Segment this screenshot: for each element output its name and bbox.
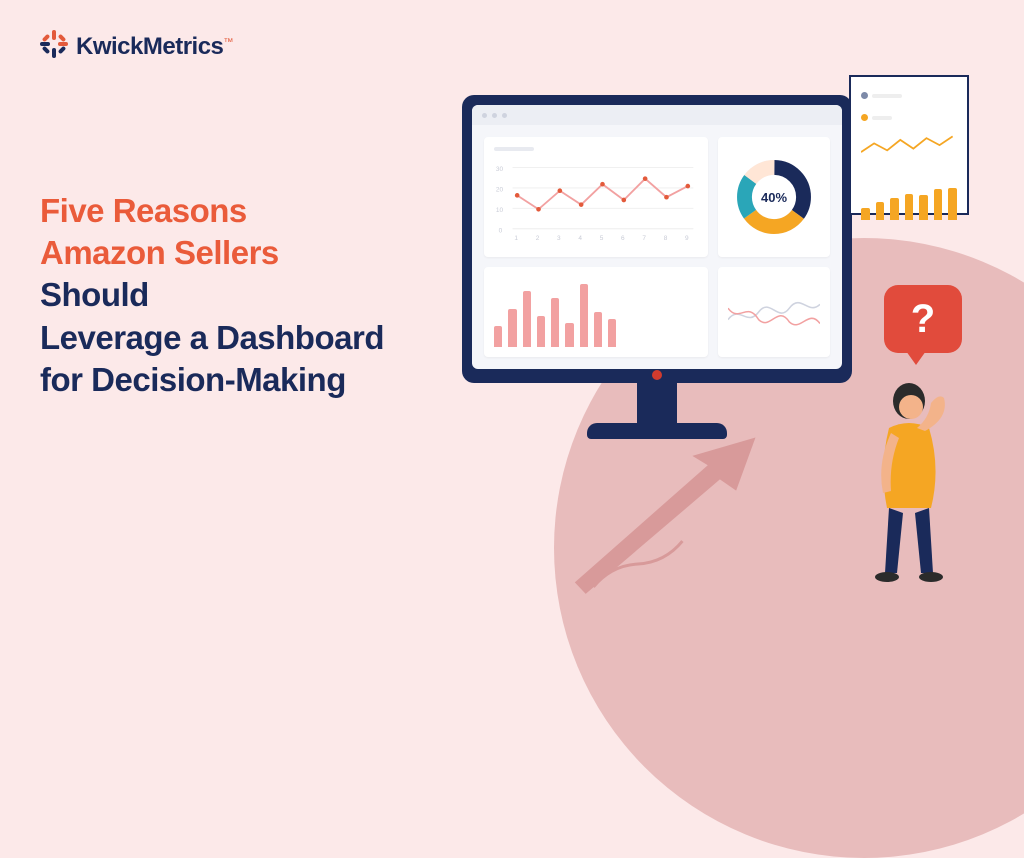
window-dot-icon [492,113,497,118]
svg-text:3: 3 [557,235,561,242]
report-card [849,75,969,215]
panel-header-skeleton [494,147,698,151]
headline-accent-2: Amazon Sellers [40,232,384,274]
svg-text:0: 0 [499,227,503,234]
power-button-icon [652,370,662,380]
legend-line-icon [872,116,892,120]
wave-chart-panel [718,267,830,357]
svg-text:8: 8 [664,235,668,242]
monitor-base [587,423,727,439]
dashboard-body: 30 20 10 0 1 2 3 4 5 6 7 8 9 [472,125,842,369]
legend-line-icon [872,94,902,98]
monitor-screen: 30 20 10 0 1 2 3 4 5 6 7 8 9 [472,105,842,369]
svg-text:7: 7 [642,235,646,242]
line-chart-icon: 30 20 10 0 1 2 3 4 5 6 7 8 9 [494,155,698,245]
brand-name-text: KwickMetrics [76,33,223,60]
svg-text:5: 5 [600,235,604,242]
brand-name: KwickMetrics™ [76,33,233,61]
headline-primary-1: Should [40,274,384,316]
svg-text:4: 4 [578,235,582,242]
brand-tm: ™ [223,37,233,48]
monitor-illustration: 30 20 10 0 1 2 3 4 5 6 7 8 9 [462,95,852,439]
legend-dot-icon [861,114,868,121]
headline-primary-3: for Decision-Making [40,359,384,401]
report-bars-icon [851,166,967,226]
svg-text:9: 9 [685,235,689,242]
donut-chart-panel: 40% [718,137,830,257]
line-chart-panel: 30 20 10 0 1 2 3 4 5 6 7 8 9 [484,137,708,257]
svg-text:2: 2 [536,235,540,242]
question-mark-icon: ? [911,297,935,342]
person-illustration [859,373,969,583]
browser-bar [472,105,842,125]
report-legend [851,77,967,131]
svg-text:20: 20 [496,187,504,194]
svg-text:1: 1 [514,235,518,242]
donut-center-label: 40% [735,158,813,236]
headline-primary-2: Leverage a Dashboard [40,317,384,359]
bar-chart-panel [484,267,708,357]
headline-accent-1: Five Reasons [40,190,384,232]
monitor-stand [637,383,677,423]
svg-text:30: 30 [496,166,504,173]
brand-logo-icon [40,30,68,63]
bar-chart-icon [494,277,616,347]
report-sparkline-icon [851,131,967,161]
wave-chart-icon [728,277,820,347]
svg-text:6: 6 [621,235,625,242]
window-dot-icon [502,113,507,118]
window-dot-icon [482,113,487,118]
legend-dot-icon [861,92,868,99]
donut-chart-icon: 40% [735,158,813,236]
svg-text:10: 10 [496,207,504,214]
question-bubble: ? [884,285,962,353]
headline: Five Reasons Amazon Sellers Should Lever… [40,190,384,401]
brand-logo: KwickMetrics™ [40,30,233,63]
monitor-bezel: 30 20 10 0 1 2 3 4 5 6 7 8 9 [462,95,852,383]
